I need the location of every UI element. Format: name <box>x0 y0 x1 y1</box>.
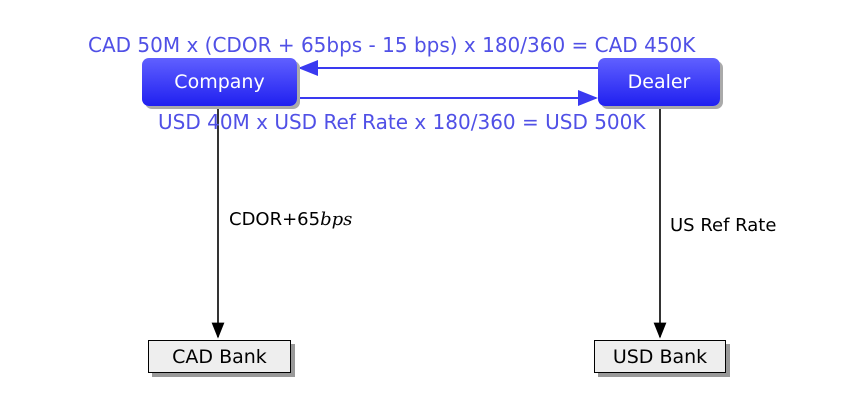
swap-diagram: CAD 50M x (CDOR + 65bps - 15 bps) x 180/… <box>0 0 855 403</box>
cad-leg-label: CDOR+65bps <box>229 209 352 230</box>
cad-bank-label: CAD Bank <box>172 345 267 368</box>
company-label: Company <box>174 71 265 93</box>
usd-bank-node: USD Bank <box>594 340 726 373</box>
dealer-node: Dealer <box>598 58 720 106</box>
cad-leg-suffix: bps <box>320 209 353 230</box>
arrows-layer <box>211 60 667 339</box>
usd-bank-label: USD Bank <box>612 345 708 368</box>
usd-leg-label: US Ref Rate <box>670 215 777 236</box>
cad-bank-node: CAD Bank <box>148 340 291 373</box>
company-node: Company <box>142 58 297 106</box>
cad-leg-prefix: CDOR+65 <box>229 209 321 230</box>
top-flow-label: CAD 50M x (CDOR + 65bps - 15 bps) x 180/… <box>88 33 696 57</box>
bottom-flow-label: USD 40M x USD Ref Rate x 180/360 = USD 5… <box>158 110 646 134</box>
dealer-label: Dealer <box>627 71 691 93</box>
